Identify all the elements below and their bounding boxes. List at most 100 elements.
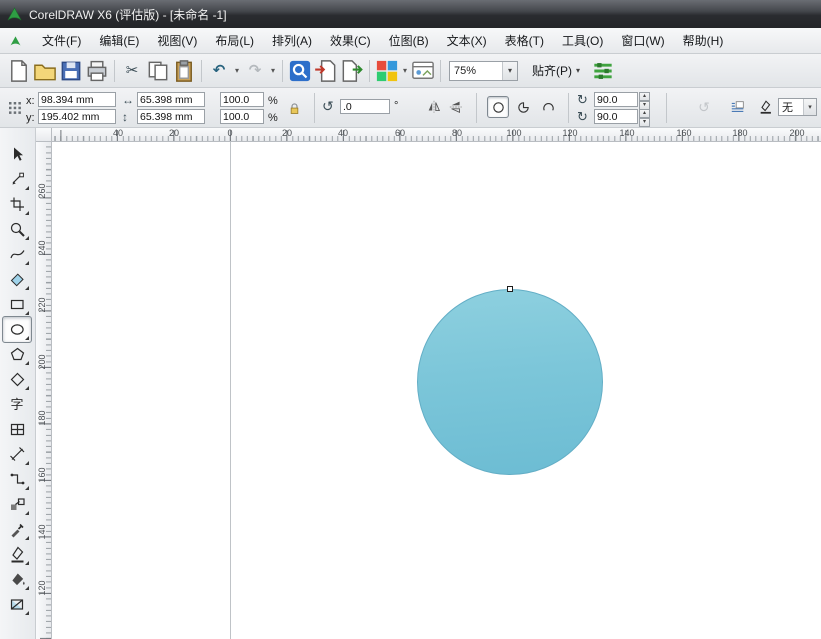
horizontal-ruler[interactable]: 40 20 0 20 40 60 80 100 120 140 160 180 … — [52, 128, 821, 142]
object-width-input[interactable] — [137, 92, 205, 107]
zoom-dropdown-icon[interactable]: ▾ — [502, 62, 517, 80]
cut-button[interactable]: ✂ — [119, 58, 145, 84]
toolbox: 字 — [0, 128, 36, 639]
ellipse-object[interactable] — [417, 289, 603, 475]
copy-icon — [145, 58, 171, 84]
fill-tool[interactable] — [3, 567, 31, 592]
smart-fill-tool[interactable] — [3, 267, 31, 292]
toolbar-separator — [440, 60, 441, 82]
smart-fill-icon — [9, 271, 26, 288]
polygon-icon — [9, 346, 26, 363]
outline-width-combobox[interactable]: 无 ▾ — [778, 98, 817, 116]
menu-arrange[interactable]: 排列(A) — [263, 28, 321, 53]
open-button[interactable] — [32, 58, 58, 84]
text-wrap-icon — [730, 99, 746, 115]
options-button[interactable] — [590, 58, 616, 84]
menu-edit[interactable]: 编辑(E) — [90, 28, 148, 53]
outline-width-icon — [758, 99, 774, 115]
arc-mode-button[interactable] — [538, 97, 558, 117]
search-content-button[interactable] — [287, 58, 313, 84]
export-button[interactable] — [339, 58, 365, 84]
mirror-vertical-button[interactable] — [446, 97, 466, 117]
snap-to-label: 贴齐(P) — [532, 62, 572, 79]
page-border-line — [230, 142, 231, 639]
paste-button[interactable] — [171, 58, 197, 84]
x-position-input[interactable] — [38, 92, 116, 107]
text-wrap-button[interactable] — [728, 97, 748, 117]
text-tool[interactable]: 字 — [3, 392, 31, 417]
window-title: CorelDRAW X6 (评估版) - [未命名 -1] — [29, 6, 227, 23]
menu-text[interactable]: 文本(X) — [438, 28, 496, 53]
outline-width-dropdown-icon[interactable]: ▾ — [803, 99, 816, 115]
flyout-indicator — [25, 536, 29, 540]
application-launcher-button[interactable] — [374, 58, 400, 84]
import-button[interactable] — [313, 58, 339, 84]
undo-dropdown[interactable]: ▾ — [232, 66, 242, 75]
snap-to-button[interactable]: 贴齐(P) ▾ — [526, 60, 586, 82]
lock-ratio-button[interactable] — [284, 98, 304, 118]
title-bar[interactable]: CorelDRAW X6 (评估版) - [未命名 -1] — [0, 0, 821, 28]
menu-help[interactable]: 帮助(H) — [674, 28, 733, 53]
zoom-level-combobox[interactable]: 75% ▾ — [449, 61, 518, 81]
spin-up-icon[interactable]: ▴ — [639, 92, 650, 101]
ellipse-mode-button[interactable] — [488, 97, 508, 117]
start-angle-spinner[interactable]: ▴ ▾ — [639, 92, 650, 107]
redo-button[interactable]: ↷ — [242, 58, 268, 84]
undo-button[interactable]: ↶ — [206, 58, 232, 84]
outline-width-value: 无 — [779, 99, 803, 115]
object-height-input[interactable] — [137, 109, 205, 124]
menu-layout[interactable]: 布局(L) — [206, 28, 263, 53]
copy-button[interactable] — [145, 58, 171, 84]
menu-file[interactable]: 文件(F) — [33, 28, 90, 53]
end-angle-input[interactable] — [594, 109, 638, 124]
ruler-origin-corner[interactable] — [36, 128, 52, 142]
welcome-screen-button[interactable] — [410, 58, 436, 84]
spin-up-icon[interactable]: ▴ — [639, 109, 650, 118]
start-angle-input[interactable] — [594, 92, 638, 107]
crop-icon — [9, 196, 26, 213]
rotation-angle-input[interactable] — [340, 99, 390, 114]
basic-shapes-tool[interactable] — [3, 367, 31, 392]
new-button[interactable] — [6, 58, 32, 84]
print-button[interactable] — [84, 58, 110, 84]
polygon-tool[interactable] — [3, 342, 31, 367]
ellipse-tool[interactable] — [3, 317, 31, 342]
pick-tool[interactable] — [3, 142, 31, 167]
launcher-dropdown[interactable]: ▾ — [400, 66, 410, 75]
rectangle-tool[interactable] — [3, 292, 31, 317]
drawing-canvas[interactable] — [52, 142, 821, 639]
menu-window[interactable]: 窗口(W) — [612, 28, 673, 53]
interactive-fill-tool[interactable] — [3, 592, 31, 617]
ellipse-top-node[interactable] — [507, 286, 513, 292]
table-tool[interactable] — [3, 417, 31, 442]
zoom-tool[interactable] — [3, 217, 31, 242]
blend-tool[interactable] — [3, 492, 31, 517]
dimension-tool[interactable] — [3, 442, 31, 467]
menu-bitmaps[interactable]: 位图(B) — [380, 28, 438, 53]
pie-mode-button[interactable] — [513, 97, 533, 117]
property-bar: x: y: ↔ ↕ % % ↺ ° — [0, 88, 821, 128]
vertical-ruler[interactable]: 260 240 220 200 180 160 140 120 — [36, 142, 52, 639]
flyout-indicator — [25, 511, 29, 515]
shape-tool[interactable] — [3, 167, 31, 192]
spin-down-icon[interactable]: ▾ — [639, 118, 650, 127]
freehand-tool[interactable] — [3, 242, 31, 267]
basic-shapes-icon — [9, 371, 26, 388]
outline-pen-tool[interactable] — [3, 542, 31, 567]
menu-view[interactable]: 视图(V) — [148, 28, 206, 53]
menu-table[interactable]: 表格(T) — [496, 28, 553, 53]
end-angle-spinner[interactable]: ▴ ▾ — [639, 109, 650, 124]
scale-x-input[interactable] — [220, 92, 264, 107]
crop-tool[interactable] — [3, 192, 31, 217]
connector-tool[interactable] — [3, 467, 31, 492]
y-position-input[interactable] — [38, 109, 116, 124]
color-eyedropper-tool[interactable] — [3, 517, 31, 542]
save-button[interactable] — [58, 58, 84, 84]
mirror-horizontal-button[interactable] — [424, 97, 444, 117]
menu-tools[interactable]: 工具(O) — [553, 28, 612, 53]
menu-effects[interactable]: 效果(C) — [321, 28, 380, 53]
scale-y-input[interactable] — [220, 109, 264, 124]
change-direction-button[interactable]: ↺ — [694, 97, 714, 117]
redo-dropdown[interactable]: ▾ — [268, 66, 278, 75]
object-height-icon: ↕ — [122, 111, 128, 123]
